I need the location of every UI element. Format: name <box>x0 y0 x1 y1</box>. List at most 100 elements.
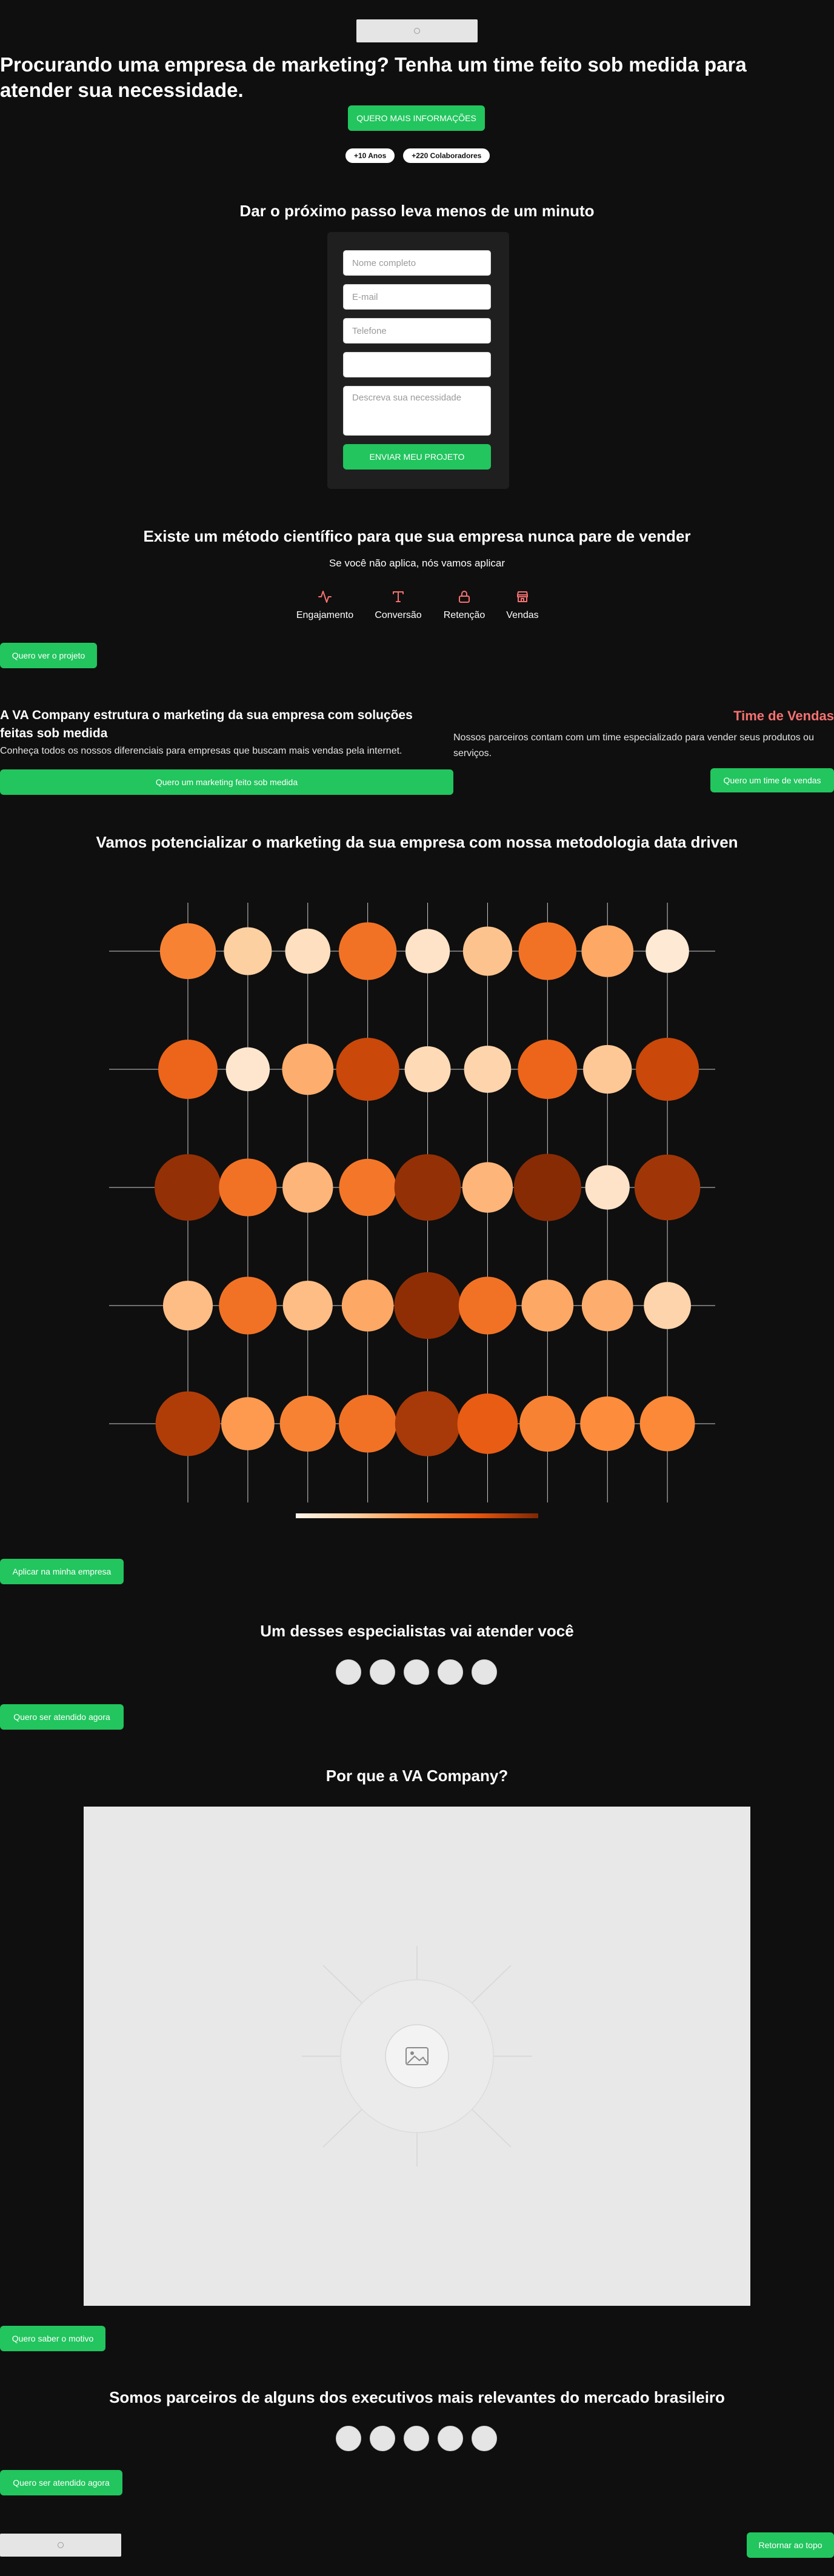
partners-avatars <box>336 2426 497 2451</box>
image-placeholder-icon <box>302 1946 532 2166</box>
method-item-label: Conversão <box>375 610 422 620</box>
heatmap-cell <box>585 1165 630 1210</box>
heatmap-cell <box>581 925 634 977</box>
heatmap-cell <box>646 929 689 973</box>
why-image <box>84 1807 750 2306</box>
lock-icon <box>459 591 470 603</box>
logo-placeholder-icon <box>414 28 420 34</box>
method-item-retention: Retenção <box>434 589 495 621</box>
method-item-label: Engajamento <box>296 610 354 620</box>
heatmap-cell <box>521 1280 574 1332</box>
hero-badges: +10 Anos +220 Colaboradores <box>345 148 490 163</box>
heatmap-cell <box>339 1395 397 1453</box>
method-title: Existe um método científico para que sua… <box>143 527 691 545</box>
heatmap-cell <box>583 1044 632 1094</box>
type-icon <box>393 591 404 602</box>
heatmap-cell <box>339 1158 396 1217</box>
activity-icon <box>318 591 332 603</box>
specialists-title: Um desses especialistas vai atender você <box>260 1622 574 1640</box>
heatmap-cell <box>462 1162 513 1213</box>
sales-team-title: Time de Vendas <box>733 708 834 723</box>
heatmap-cell <box>458 1276 517 1335</box>
avatar <box>336 2426 361 2451</box>
heatmap-cell <box>155 1154 221 1221</box>
heatmap-cell <box>634 1154 701 1221</box>
heatmap-cell <box>282 1280 333 1331</box>
avatar <box>438 2426 463 2451</box>
company-text: Conheça todos os nossos diferenciais par… <box>0 746 402 756</box>
hero-title: Procurando uma empresa de marketing? Ten… <box>0 53 747 101</box>
heatmap-cell <box>162 1280 213 1331</box>
method-item-sales: Vendas <box>492 589 553 621</box>
heatmap-cell <box>155 1391 221 1456</box>
why-title: Por que a VA Company? <box>325 1767 509 1785</box>
heatmap-cell <box>636 1037 699 1101</box>
heatmap-cell <box>464 1046 512 1093</box>
specialists-avatars <box>336 1659 497 1685</box>
avatar <box>370 2426 395 2451</box>
heatmap-legend-bar <box>296 1513 538 1518</box>
heatmap-cell <box>405 929 450 974</box>
heatmap-chart <box>109 903 715 1518</box>
sales-team-button[interactable]: Quero um time de vendas <box>710 768 834 792</box>
partners-title: Somos parceiros de alguns dos executivos… <box>109 2388 725 2406</box>
apply-company-button[interactable]: Aplicar na minha empresa <box>0 1559 124 1584</box>
avatar <box>370 1659 395 1685</box>
heatmap-cell <box>219 1158 277 1217</box>
heatmap-cell <box>224 927 272 975</box>
custom-marketing-button[interactable]: Quero um marketing feito sob medida <box>0 769 453 795</box>
email-field[interactable]: E-mail <box>343 284 491 310</box>
sales-team-text: Nossos parceiros contam com um time espe… <box>453 732 814 759</box>
method-subtitle: Se você não aplica, nós vamos aplicar <box>329 557 505 569</box>
method-item-label: Vendas <box>506 610 539 620</box>
message-textarea[interactable]: Descreva sua necessidade <box>343 386 491 436</box>
company-title: A VA Company estrutura o marketing da su… <box>0 708 413 740</box>
badge-employees: +220 Colaboradores <box>403 148 490 163</box>
avatar <box>472 1659 497 1685</box>
form-title: Dar o próximo passo leva menos de um min… <box>239 202 595 220</box>
data-driven-title: Vamos potencializar o marketing da sua e… <box>96 833 738 851</box>
heatmap-cell <box>394 1154 461 1221</box>
heatmap-cell <box>219 1276 277 1335</box>
top-logo <box>356 19 478 42</box>
heatmap-cell <box>158 1040 218 1099</box>
method-item-conversion: Conversão <box>368 589 429 621</box>
submit-project-button[interactable]: ENVIAR MEU PROJETO <box>343 444 491 470</box>
heatmap-cell <box>336 1037 399 1101</box>
avatar <box>404 2426 429 2451</box>
heatmap-cell <box>282 1043 334 1095</box>
partners-attend-now-button[interactable]: Quero ser atendido agora <box>0 2470 122 2495</box>
heatmap-cell <box>279 1395 336 1452</box>
heatmap-cell <box>581 1280 633 1332</box>
footer-logo <box>0 2534 121 2557</box>
heatmap-cell <box>519 1395 576 1452</box>
know-reason-button[interactable]: Quero saber o motivo <box>0 2326 105 2351</box>
see-project-button[interactable]: Quero ver o projeto <box>0 643 97 668</box>
lead-form: Nome completo E-mail Telefone Descreva s… <box>327 232 509 489</box>
avatar <box>472 2426 497 2451</box>
heatmap-cell <box>341 1280 394 1332</box>
heatmap-cell <box>404 1046 451 1092</box>
heatmap-cell <box>457 1393 518 1454</box>
more-info-button[interactable]: QUERO MAIS INFORMAÇÕES <box>348 105 485 131</box>
back-to-top-button[interactable]: Retornar ao topo <box>747 2532 834 2558</box>
heatmap-cell <box>462 926 513 976</box>
heatmap-cell <box>644 1282 691 1329</box>
avatar <box>336 1659 361 1685</box>
heatmap-cell <box>518 1040 578 1099</box>
heatmap-cell <box>395 1391 461 1456</box>
heatmap-cell <box>580 1396 635 1451</box>
attend-now-button[interactable]: Quero ser atendido agora <box>0 1704 124 1730</box>
heatmap-cell <box>339 922 397 980</box>
heatmap-cell <box>285 928 331 974</box>
badge-years: +10 Anos <box>345 148 395 163</box>
heatmap-cell <box>518 922 576 980</box>
heatmap-cell <box>639 1396 695 1452</box>
extra-field[interactable] <box>343 352 491 377</box>
phone-field[interactable]: Telefone <box>343 318 491 344</box>
method-item-label: Retenção <box>443 610 485 620</box>
heatmap-cell <box>221 1397 275 1450</box>
method-item-engagement: Engajamento <box>295 589 355 621</box>
name-field[interactable]: Nome completo <box>343 250 491 276</box>
heatmap-cell <box>225 1047 270 1092</box>
